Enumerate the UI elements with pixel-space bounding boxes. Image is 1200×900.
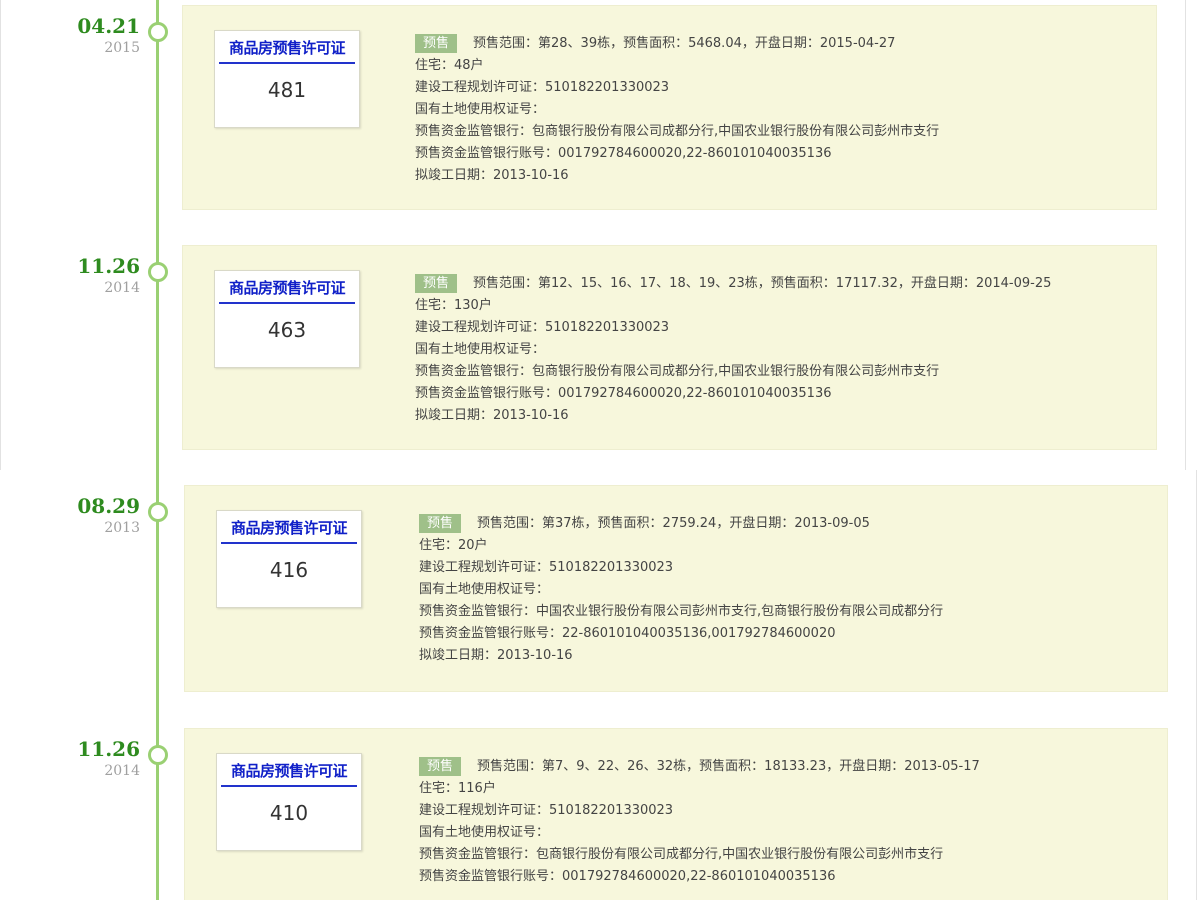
permit-info: 预售 预售范围：第7、9、22、26、32栋，预售面积：18133.23，开盘日期… xyxy=(419,756,980,888)
detail-row: 建设工程规划许可证：510182201330023 xyxy=(415,320,670,335)
detail-row: 预售资金监管银行账号：001792784600020,22-8601010400… xyxy=(415,146,832,161)
summary-text: 预售范围：第7、9、22、26、32栋，预售面积：18133.23，开盘日期：2… xyxy=(477,759,980,774)
permit-certificate[interactable]: 商品房预售许可证 410 xyxy=(216,753,362,851)
permit-certificate[interactable]: 商品房预售许可证 481 xyxy=(214,30,360,128)
permit-card: 商品房预售许可证 416 预售 预售范围：第37栋，预售面积：2759.24，开盘… xyxy=(184,485,1168,692)
timeline-year: 2013 xyxy=(104,520,140,536)
timeline-date: 11.26 2014 xyxy=(0,738,140,780)
presale-badge: 预售 xyxy=(419,757,462,776)
presale-badge: 预售 xyxy=(419,514,462,533)
timeline-year: 2014 xyxy=(104,280,140,296)
permit-info: 预售 预售范围：第12、15、16、17、18、19、23栋，预售面积：17117… xyxy=(415,273,1051,427)
timeline-day: 08.29 xyxy=(77,494,140,518)
timeline-date: 04.21 2015 xyxy=(0,15,140,57)
permit-card: 商品房预售许可证 463 预售 预售范围：第12、15、16、17、18、19、2… xyxy=(182,245,1157,450)
permit-info: 预售 预售范围：第37栋，预售面积：2759.24，开盘日期：2013-09-05… xyxy=(419,513,943,667)
summary-row: 预售 预售范围：第12、15、16、17、18、19、23栋，预售面积：17117… xyxy=(415,273,1051,295)
summary-text: 预售范围：第12、15、16、17、18、19、23栋，预售面积：17117.3… xyxy=(473,276,1052,291)
timeline-day: 11.26 xyxy=(77,737,140,761)
timeline-day: 11.26 xyxy=(77,254,140,278)
detail-row: 国有土地使用权证号： xyxy=(415,342,546,357)
detail-row: 建设工程规划许可证：510182201330023 xyxy=(419,560,674,575)
timeline-dot xyxy=(148,262,168,282)
timeline-dot xyxy=(148,502,168,522)
summary-row: 预售 预售范围：第28、39栋，预售面积：5468.04，开盘日期：2015-04… xyxy=(415,33,939,55)
detail-row: 住宅：20户 xyxy=(419,538,488,553)
detail-row: 预售资金监管银行账号：001792784600020,22-8601010400… xyxy=(419,869,836,884)
timeline-year: 2014 xyxy=(104,763,140,779)
timeline-day: 04.21 xyxy=(77,14,140,38)
permit-number: 410 xyxy=(269,801,309,825)
permit-certificate[interactable]: 商品房预售许可证 463 xyxy=(214,270,360,368)
timeline-date: 08.29 2013 xyxy=(0,495,140,537)
timeline-entry: 11.26 2014 商品房预售许可证 410 预售 预售范围：第7、9、22、2… xyxy=(0,723,1200,900)
detail-row: 建设工程规划许可证：510182201330023 xyxy=(415,80,670,95)
detail-row: 国有土地使用权证号： xyxy=(419,825,550,840)
detail-row: 预售资金监管银行账号：001792784600020,22-8601010400… xyxy=(415,386,832,401)
summary-row: 预售 预售范围：第7、9、22、26、32栋，预售面积：18133.23，开盘日期… xyxy=(419,756,980,778)
detail-row: 拟竣工日期：2013-10-16 xyxy=(415,408,569,423)
timeline-dot xyxy=(148,745,168,765)
detail-row: 国有土地使用权证号： xyxy=(415,102,546,117)
permit-number: 481 xyxy=(267,78,307,102)
detail-row: 建设工程规划许可证：510182201330023 xyxy=(419,803,674,818)
summary-row: 预售 预售范围：第37栋，预售面积：2759.24，开盘日期：2013-09-05 xyxy=(419,513,943,535)
permit-number: 416 xyxy=(269,558,309,582)
timeline-year: 2015 xyxy=(104,40,140,56)
permit-number: 463 xyxy=(267,318,307,342)
detail-row: 国有土地使用权证号： xyxy=(419,582,550,597)
permit-title: 商品房预售许可证 xyxy=(221,760,357,787)
detail-row: 拟竣工日期：2013-10-16 xyxy=(419,648,573,663)
timeline-entry: 11.26 2014 商品房预售许可证 463 预售 预售范围：第12、15、16… xyxy=(0,240,1200,450)
detail-row: 住宅：48户 xyxy=(415,58,484,73)
timeline-dot xyxy=(148,22,168,42)
summary-text: 预售范围：第37栋，预售面积：2759.24，开盘日期：2013-09-05 xyxy=(477,516,870,531)
permit-info: 预售 预售范围：第28、39栋，预售面积：5468.04，开盘日期：2015-04… xyxy=(415,33,939,187)
detail-row: 预售资金监管银行：包商银行股份有限公司成都分行,中国农业银行股份有限公司彭州市支… xyxy=(419,847,944,862)
detail-row: 预售资金监管银行账号：22-860101040035136,0017927846… xyxy=(419,626,836,641)
timeline-entry: 04.21 2015 商品房预售许可证 481 预售 预售范围：第28、39栋，预… xyxy=(0,0,1200,210)
detail-row: 拟竣工日期：2013-10-16 xyxy=(415,168,569,183)
detail-row: 预售资金监管银行：包商银行股份有限公司成都分行,中国农业银行股份有限公司彭州市支… xyxy=(415,124,940,139)
permit-title: 商品房预售许可证 xyxy=(221,517,357,544)
permit-title: 商品房预售许可证 xyxy=(219,37,355,64)
permit-card: 商品房预售许可证 481 预售 预售范围：第28、39栋，预售面积：5468.04… xyxy=(182,5,1157,210)
detail-row: 住宅：116户 xyxy=(419,781,496,796)
timeline-date: 11.26 2014 xyxy=(0,255,140,297)
detail-row: 住宅：130户 xyxy=(415,298,492,313)
permit-title: 商品房预售许可证 xyxy=(219,277,355,304)
timeline-entry: 08.29 2013 商品房预售许可证 416 预售 预售范围：第37栋，预售面积… xyxy=(0,480,1200,692)
summary-text: 预售范围：第28、39栋，预售面积：5468.04，开盘日期：2015-04-2… xyxy=(473,36,896,51)
presale-badge: 预售 xyxy=(415,34,458,53)
presale-badge: 预售 xyxy=(415,274,458,293)
permit-card: 商品房预售许可证 410 预售 预售范围：第7、9、22、26、32栋，预售面积：… xyxy=(184,728,1168,900)
detail-row: 预售资金监管银行：包商银行股份有限公司成都分行,中国农业银行股份有限公司彭州市支… xyxy=(415,364,940,379)
detail-row: 预售资金监管银行：中国农业银行股份有限公司彭州市支行,包商银行股份有限公司成都分… xyxy=(419,604,944,619)
permit-certificate[interactable]: 商品房预售许可证 416 xyxy=(216,510,362,608)
